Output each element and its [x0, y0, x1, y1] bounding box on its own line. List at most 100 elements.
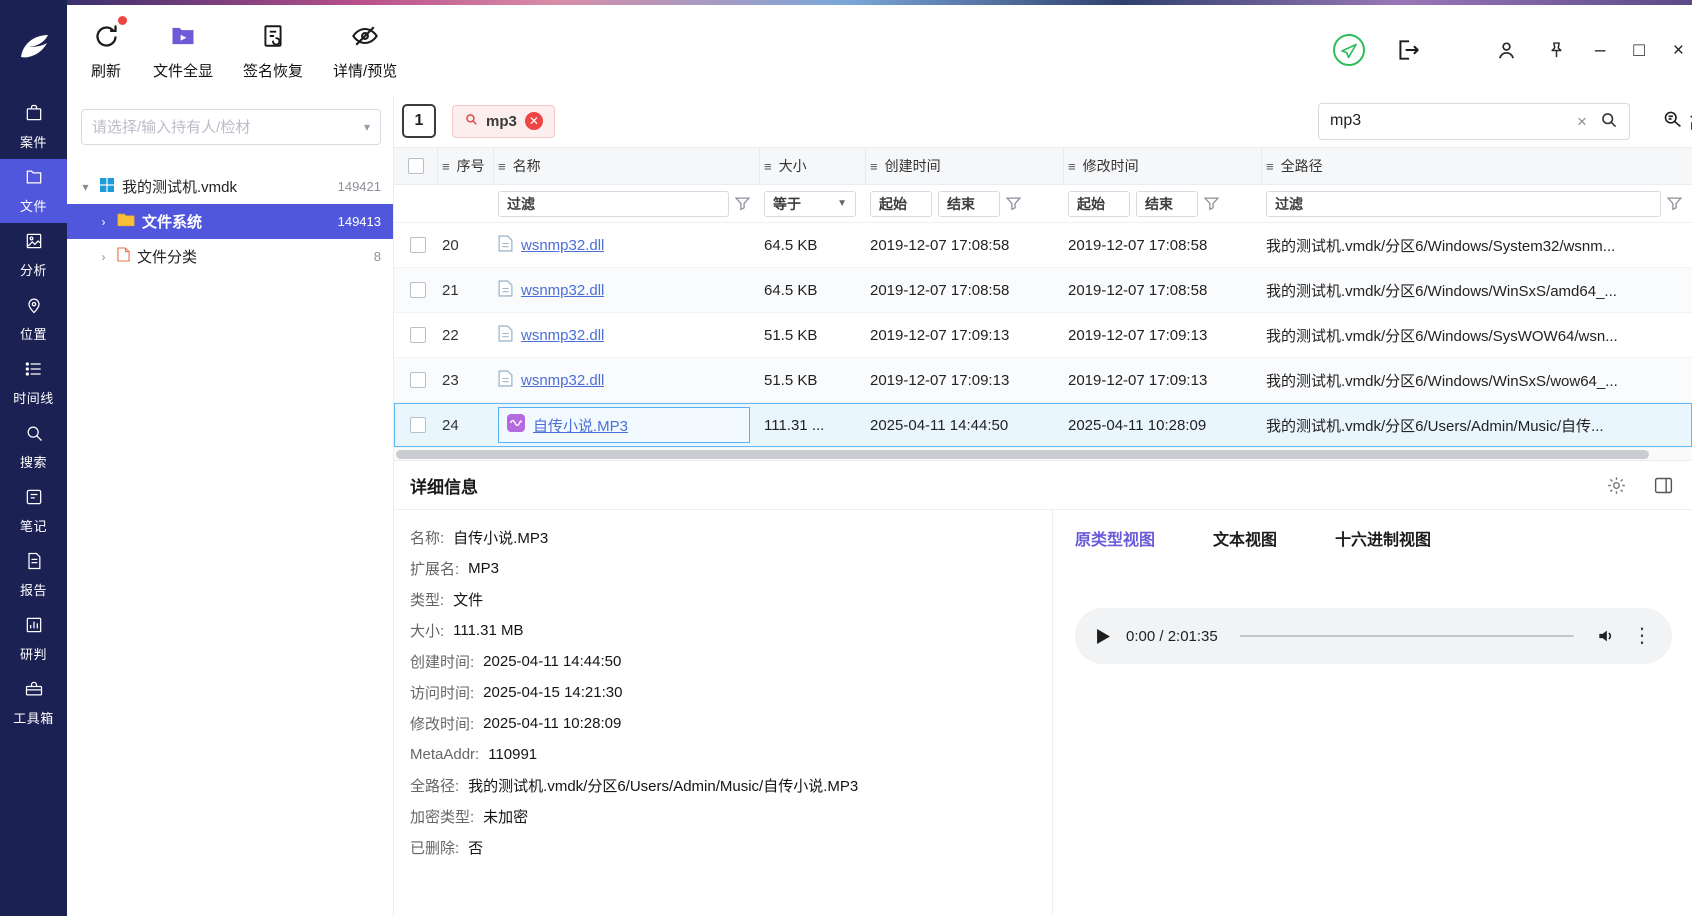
size-operator-select[interactable]: 等于 ▼: [764, 190, 856, 217]
funnel-icon[interactable]: [1667, 196, 1682, 211]
property-row: 名称: 自传小说.MP3: [410, 530, 549, 547]
funnel-icon[interactable]: [1006, 196, 1021, 211]
play-icon[interactable]: [1097, 628, 1110, 644]
tree-node-filesystem[interactable]: › 文件系统 149413: [67, 204, 393, 239]
user-icon[interactable]: [1495, 39, 1518, 62]
row-num: 24: [442, 416, 459, 434]
tab-hex-view[interactable]: 十六进制视图: [1335, 526, 1431, 550]
created-end-input[interactable]: 结束: [938, 190, 1000, 217]
sidebar-item-judge[interactable]: 研判: [0, 607, 67, 671]
send-feedback-icon[interactable]: [1331, 32, 1367, 68]
column-header-num[interactable]: ≡ 序号: [438, 148, 494, 184]
advanced-search-icon: [1662, 108, 1683, 134]
search-input[interactable]: [1329, 112, 1566, 130]
name-filter-input[interactable]: 过滤: [498, 190, 729, 217]
advanced-search-button[interactable]: 高级: [1646, 108, 1692, 134]
tab-original-view[interactable]: 原类型视图: [1075, 526, 1155, 550]
chevron-collapsed-icon[interactable]: ›: [97, 250, 110, 264]
holder-picker-input[interactable]: [92, 118, 358, 136]
file-name-link[interactable]: wsnmp32.dll: [521, 237, 604, 254]
holder-picker[interactable]: ▾: [81, 109, 381, 145]
details-panel: 详细信息 名称: 自传小说.MP3 扩展名: MP3 类型: 文件 大小: 11…: [394, 461, 1692, 916]
table-row[interactable]: 23 wsnmp32.dll 51.5 KB 2019-12-07 17:09:…: [394, 358, 1692, 403]
clear-search-icon[interactable]: ×: [1577, 113, 1587, 130]
audio-player[interactable]: 0:00 / 2:01:35 ⋮: [1075, 608, 1672, 664]
column-menu-icon: ≡: [442, 158, 450, 174]
selected-name-cell[interactable]: 自传小说.MP3: [498, 407, 750, 443]
sidebar-item-notes[interactable]: 笔记: [0, 479, 67, 543]
sidebar-item-label: 位置: [19, 327, 47, 342]
gear-icon[interactable]: [1606, 475, 1627, 496]
work-area: 1 mp3 ✕ × 高级: [394, 95, 1692, 916]
column-header-modified[interactable]: ≡ 修改时间: [1064, 148, 1262, 184]
property-row: 修改时间: 2025-04-11 10:28:09: [410, 715, 622, 733]
player-seek-slider[interactable]: [1239, 635, 1574, 637]
show-all-files-button[interactable]: 文件全显: [153, 19, 213, 81]
chevron-collapsed-icon[interactable]: ›: [97, 215, 110, 229]
signature-recovery-button[interactable]: 签名恢复: [243, 19, 303, 81]
tree-node-vmdk[interactable]: ▾ 我的测试机.vmdk 149421: [67, 169, 393, 204]
player-menu-icon[interactable]: ⋮: [1632, 626, 1652, 646]
row-modified: 2019-12-07 17:09:13: [1068, 326, 1208, 344]
table-header: ≡ 序号 ≡ 名称 ≡ 大小 ≡ 创建时间 ≡ 修改时间 ≡ 全路径: [394, 147, 1692, 185]
file-name-link[interactable]: wsnmp32.dll: [521, 282, 604, 299]
row-checkbox[interactable]: [410, 372, 426, 388]
sidebar-item-toolbox[interactable]: 工具箱: [0, 671, 67, 735]
filter-chip-mp3[interactable]: mp3 ✕: [452, 104, 555, 138]
column-header-created[interactable]: ≡ 创建时间: [866, 148, 1064, 184]
select-all-checkbox[interactable]: [408, 158, 424, 174]
sidebar-item-report[interactable]: 报告: [0, 543, 67, 607]
column-header-size[interactable]: ≡ 大小: [760, 148, 866, 184]
sidebar-item-analysis[interactable]: 分析: [0, 223, 67, 287]
scrollbar-thumb[interactable]: [396, 450, 1649, 459]
row-checkbox[interactable]: [410, 282, 426, 298]
row-checkbox[interactable]: [410, 237, 426, 253]
detail-preview-button[interactable]: 详情/预览: [333, 19, 397, 81]
refresh-button[interactable]: 刷新: [89, 16, 127, 81]
search-icon[interactable]: [1599, 110, 1618, 133]
chevron-expanded-icon[interactable]: ▾: [79, 180, 92, 194]
table-row[interactable]: 22 wsnmp32.dll 51.5 KB 2019-12-07 17:09:…: [394, 313, 1692, 358]
horizontal-scrollbar[interactable]: [394, 448, 1692, 461]
funnel-icon[interactable]: [735, 196, 750, 211]
export-icon[interactable]: [1395, 37, 1421, 63]
sidebar-item-search[interactable]: 搜索: [0, 415, 67, 479]
chip-close-icon[interactable]: ✕: [524, 112, 543, 130]
column-header-path[interactable]: ≡ 全路径: [1262, 148, 1692, 184]
funnel-icon[interactable]: [1204, 196, 1219, 211]
app-window: 案件 文件 分析 位置 时间线 搜索 笔记 报告 研判 工具箱 刷新 文件全显 …: [0, 0, 1692, 916]
tab-text-view[interactable]: 文本视图: [1213, 526, 1277, 550]
path-filter-input[interactable]: 过滤: [1266, 190, 1661, 217]
tree-node-classification[interactable]: › 文件分类 8: [67, 239, 393, 274]
close-button[interactable]: ×: [1673, 41, 1684, 60]
sidebar-item-file[interactable]: 文件: [0, 159, 67, 223]
created-start-input[interactable]: 起始: [870, 190, 932, 217]
panel-layout-icon[interactable]: [1653, 475, 1674, 496]
search-box[interactable]: ×: [1317, 102, 1630, 140]
row-modified: 2019-12-07 17:09:13: [1068, 371, 1208, 389]
file-name-link[interactable]: 自传小说.MP3: [533, 415, 628, 436]
maximize-button[interactable]: □: [1633, 41, 1644, 60]
row-checkbox[interactable]: [410, 417, 426, 433]
chevron-down-icon: ▼: [837, 198, 847, 209]
chart-icon: [24, 615, 44, 639]
modified-start-input[interactable]: 起始: [1068, 190, 1130, 217]
tab-page-button[interactable]: 1: [402, 104, 436, 138]
minimize-button[interactable]: –: [1595, 41, 1606, 60]
table-row[interactable]: 20 wsnmp32.dll 64.5 KB 2019-12-07 17:08:…: [394, 223, 1692, 268]
modified-end-input[interactable]: 结束: [1136, 190, 1198, 217]
row-path: 我的测试机.vmdk/分区6/Windows/System32/wsnm...: [1266, 237, 1616, 255]
file-name-link[interactable]: wsnmp32.dll: [521, 327, 604, 344]
row-created: 2019-12-07 17:09:13: [870, 326, 1010, 344]
column-header-name[interactable]: ≡ 名称: [494, 148, 760, 184]
pin-icon[interactable]: [1546, 40, 1567, 61]
sidebar-item-timeline[interactable]: 时间线: [0, 351, 67, 415]
file-name-link[interactable]: wsnmp32.dll: [521, 372, 604, 389]
row-checkbox[interactable]: [410, 327, 426, 343]
table-row[interactable]: 21 wsnmp32.dll 64.5 KB 2019-12-07 17:08:…: [394, 268, 1692, 313]
sidebar-item-case[interactable]: 案件: [0, 95, 67, 159]
table-row-selected[interactable]: 24 自传小说.MP3 111.31 ... 2025-04-11 14:44:…: [394, 403, 1692, 448]
file-icon: [498, 324, 513, 346]
sidebar-item-location[interactable]: 位置: [0, 287, 67, 351]
volume-icon[interactable]: [1596, 626, 1616, 646]
